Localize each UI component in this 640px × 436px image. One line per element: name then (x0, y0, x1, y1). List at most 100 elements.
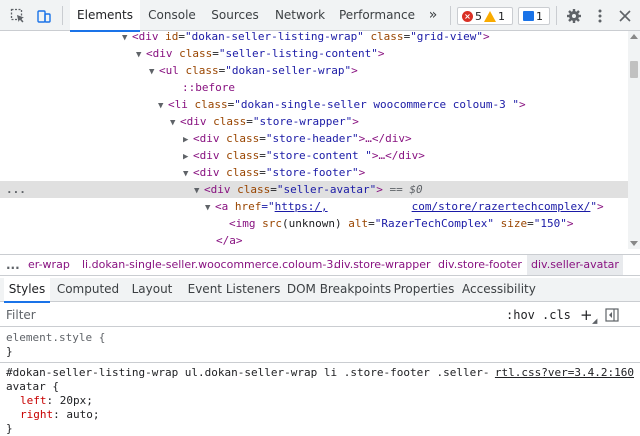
filter-input[interactable] (6, 306, 406, 324)
tab-console[interactable]: Console (140, 0, 204, 31)
more-tabs-button[interactable]: » (422, 0, 444, 31)
rule-selector-cont[interactable]: avatar { (6, 380, 59, 394)
breadcrumb-overflow[interactable]: ... (6, 255, 20, 275)
attr-name: class (179, 47, 213, 60)
tag-name: <div (180, 115, 207, 128)
tag-close: >…</div> (358, 132, 412, 145)
tag-close: > (352, 115, 359, 128)
class-toggle-button[interactable]: .cls (542, 303, 571, 327)
tag-name: <div (193, 149, 220, 162)
tab-performance[interactable]: Performance (334, 0, 420, 31)
attr-name: class (226, 149, 260, 162)
more-options-icon[interactable] (589, 0, 611, 31)
issues-counter[interactable]: × 5 1 (457, 7, 513, 25)
stylesheet-source-link[interactable]: rtl.css?ver=3.4.2:160 (495, 366, 634, 380)
attr-value: "store-wrapper" (252, 115, 353, 128)
breadcrumb-item[interactable]: div.store-footer (438, 255, 522, 275)
tab-elements[interactable]: Elements (70, 0, 140, 32)
tab-styles[interactable]: Styles (4, 278, 50, 303)
tag-name: <a (215, 200, 229, 213)
attr-value: (unknown) (282, 217, 342, 230)
dom-node-row-selected[interactable]: ... ▼ <div class="seller-avatar"> == $0 (0, 181, 628, 198)
scroll-thumb[interactable] (630, 61, 638, 78)
attr-name: class (226, 166, 260, 179)
attr-name: class (213, 115, 247, 128)
css-property-row[interactable]: left: 20px; (6, 394, 93, 408)
href-link[interactable]: https:/, (275, 200, 328, 213)
css-property-value[interactable]: auto; (66, 408, 99, 421)
tab-accessibility[interactable]: Accessibility (462, 278, 536, 302)
tab-network[interactable]: Network (266, 0, 334, 31)
dom-node-row[interactable]: ▼ <li class="dokan-single-seller woocomme… (0, 96, 628, 113)
dom-node-row[interactable]: ▶ <div class="store-content ">…</div> (0, 147, 628, 164)
breadcrumb-item[interactable]: li.dokan-single-seller.woocommerce.colou… (82, 255, 337, 275)
messages-counter[interactable]: 1 (518, 7, 550, 25)
css-property-name[interactable]: right (20, 408, 53, 421)
breadcrumb-item-current[interactable]: div.seller-avatar (527, 255, 623, 275)
scroll-down-arrow-icon[interactable] (630, 241, 638, 246)
tab-properties[interactable]: Properties (392, 278, 456, 302)
element-style-selector[interactable]: element.style { (6, 331, 105, 345)
attr-value: "dokan-seller-wrap" (225, 64, 352, 77)
attr-name: class (226, 132, 260, 145)
css-property-name[interactable]: left (20, 394, 47, 407)
device-toolbar-icon[interactable] (32, 0, 56, 31)
new-rule-corner-icon: ◢ (592, 317, 598, 325)
message-count: 1 (536, 9, 543, 23)
scroll-up-arrow-icon[interactable] (630, 34, 638, 39)
tab-dom-breakpoints[interactable]: DOM Breakpoints (284, 278, 394, 302)
dom-node-row[interactable]: </a> (0, 232, 628, 249)
close-devtools-icon[interactable] (614, 0, 636, 31)
dom-tree-scrollbar[interactable] (628, 31, 640, 249)
dom-node-row[interactable]: ▼ <ul class="dokan-seller-wrap"> (0, 62, 628, 79)
dom-node-row[interactable]: ::before (0, 79, 628, 96)
settings-gear-icon[interactable] (563, 0, 585, 31)
hover-state-button[interactable]: :hov (506, 303, 535, 327)
error-icon: × (462, 10, 473, 22)
element-style-label: element.style { (6, 331, 106, 344)
attr-value: "store-footer" (265, 166, 359, 179)
dom-node-row[interactable]: ▼ <div class="store-wrapper"> (0, 113, 628, 130)
tag-name: <div (193, 132, 220, 145)
breadcrumb-item[interactable]: div.store-wrapper (334, 255, 431, 275)
rule-divider (0, 362, 640, 363)
tab-sources[interactable]: Sources (204, 0, 266, 31)
tab-computed[interactable]: Computed (54, 278, 122, 302)
dom-node-row[interactable]: <img src(unknown) alt="RazerTechComplex"… (0, 215, 628, 232)
node-actions-ellipsis[interactable]: ... (6, 181, 26, 198)
error-count: 5 (475, 9, 482, 23)
attr-name: class (185, 64, 219, 77)
attr-name: size (500, 217, 528, 230)
toolbar-divider (62, 6, 63, 25)
breadcrumb-item[interactable]: er-wrap (28, 255, 70, 275)
href-link[interactable]: com/store/razertechcomplex/ (412, 200, 591, 213)
css-property-value[interactable]: 20px; (60, 394, 93, 407)
rule-close-brace: } (6, 345, 13, 358)
dom-tree[interactable]: ▼ <div id="dokan-seller-listing-wrap" cla… (0, 31, 628, 249)
tag-name: <div (193, 166, 220, 179)
toolbar-divider (556, 6, 557, 25)
tag-name: </a (216, 234, 236, 247)
attr-name: href (234, 200, 262, 213)
attr-value: "grid-view" (410, 31, 484, 43)
attr-name: id (165, 31, 179, 43)
dom-node-row[interactable]: ▼ <div class="seller-listing-content"> (0, 45, 628, 62)
dom-node-row[interactable]: ▼ <div class="store-footer"> (0, 164, 628, 181)
attr-name: src (262, 217, 282, 230)
rule-selector[interactable]: #dokan-seller-listing-wrap ul.dokan-sell… (6, 366, 489, 380)
rule-close: } (6, 422, 13, 436)
dom-node-row[interactable]: ▼ <div id="dokan-seller-listing-wrap" cla… (0, 31, 628, 45)
dom-node-row[interactable]: ▼ <a href="https:/, com/store/razertechcom… (0, 198, 628, 215)
toggle-sidebar-icon[interactable] (603, 306, 621, 324)
toolbar-divider (450, 6, 451, 25)
tag-name: <div (146, 47, 173, 60)
css-property-row[interactable]: right: auto; (6, 408, 100, 422)
new-style-rule-button[interactable]: + (580, 303, 593, 327)
tag-close: >…</div> (371, 149, 425, 162)
dom-node-row[interactable]: ▶ <div class="store-header">…</div> (0, 130, 628, 147)
attr-value: "RazerTechComplex" (374, 217, 494, 230)
tab-event-listeners[interactable]: Event Listeners (184, 278, 284, 302)
tab-layout[interactable]: Layout (128, 278, 176, 302)
warning-count: 1 (498, 9, 505, 23)
inspect-element-icon[interactable] (6, 0, 30, 31)
